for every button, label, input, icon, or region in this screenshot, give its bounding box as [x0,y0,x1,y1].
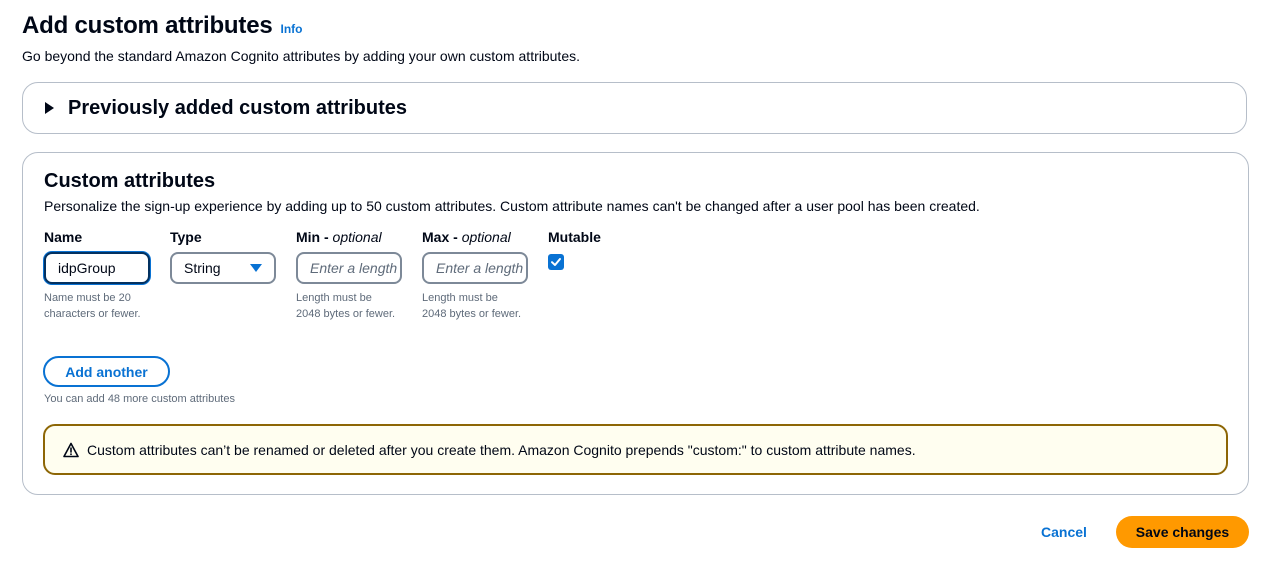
page-header: Add custom attributes Info Go beyond the… [22,12,580,64]
type-select[interactable]: String [170,252,276,284]
alert-text: Custom attributes can’t be renamed or de… [87,441,916,458]
custom-attributes-container: Custom attributes Personalize the sign-u… [22,152,1249,495]
max-input-placeholder: Enter a length [436,260,524,276]
page-description: Go beyond the standard Amazon Cognito at… [22,48,580,64]
type-select-value: String [184,260,221,276]
warning-alert: Custom attributes can’t be renamed or de… [43,424,1228,475]
min-label: Min - optional [296,229,382,245]
type-field: Type String [170,229,276,284]
mutable-field: Mutable [548,229,601,270]
min-input-placeholder: Enter a length [310,260,398,276]
mutable-checkbox[interactable] [548,254,564,270]
caret-down-icon [250,264,262,272]
min-input[interactable]: Enter a length [296,252,402,284]
name-field: Name idpGroup Name must be 20 characters… [44,229,154,322]
info-link[interactable]: Info [280,22,302,36]
section-description: Personalize the sign-up experience by ad… [44,198,980,214]
max-label: Max - optional [422,229,511,245]
previously-added-expander[interactable]: Previously added custom attributes [22,82,1247,134]
mutable-label: Mutable [548,229,601,245]
check-icon [551,258,561,266]
name-hint: Name must be 20 characters or fewer. [44,292,141,320]
section-title: Custom attributes [44,170,216,192]
type-label: Type [170,229,202,245]
save-changes-button[interactable]: Save changes [1116,516,1249,548]
expander-label: Previously added custom attributes [68,96,407,119]
add-another-hint: You can add 48 more custom attributes [44,393,235,405]
page-title: Add custom attributes [22,12,273,39]
max-input[interactable]: Enter a length [422,252,528,284]
warning-icon [63,442,79,457]
name-input[interactable]: idpGroup [44,252,150,284]
max-hint: Length must be 2048 bytes or fewer. [422,292,522,320]
add-another-button[interactable]: Add another [43,356,170,387]
cancel-button[interactable]: Cancel [1028,516,1100,548]
min-field: Min - optional Enter a length Length mus… [296,229,402,322]
name-label: Name [44,229,83,245]
caret-right-icon [45,102,54,114]
name-input-value: idpGroup [58,260,116,276]
min-hint: Length must be 2048 bytes or fewer. [296,292,396,320]
max-field: Max - optional Enter a length Length mus… [422,229,528,322]
